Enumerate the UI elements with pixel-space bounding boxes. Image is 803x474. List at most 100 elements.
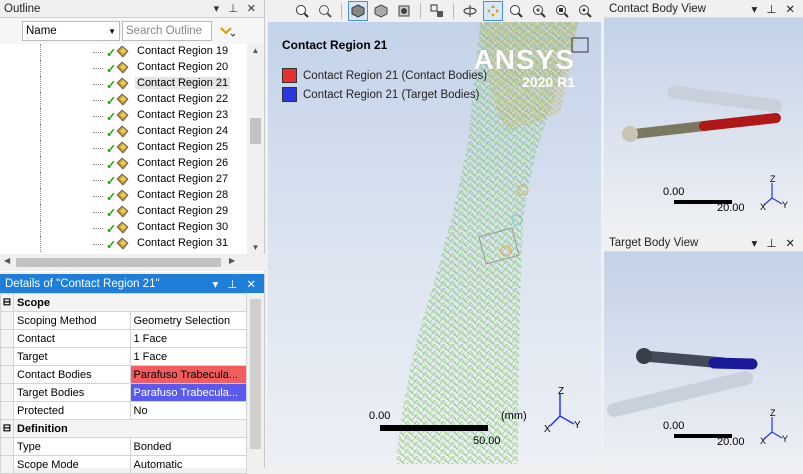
pin-icon[interactable]: ⊥: [766, 236, 776, 250]
tree-item[interactable]: ✓ Contact Region 20: [0, 60, 248, 76]
close-icon[interactable]: ✕: [785, 236, 795, 250]
tree-item[interactable]: ✓ Contact Region 27: [0, 172, 248, 188]
ansys-logo: ANSYS: [473, 44, 575, 75]
render-mode-icon[interactable]: [394, 1, 414, 21]
tree-item[interactable]: ✓ Contact Region 26: [0, 156, 248, 172]
shaded-view-icon[interactable]: [371, 1, 391, 21]
scale-unit-label: (mm): [501, 410, 527, 422]
group-header[interactable]: ⊟ Scope: [0, 293, 247, 312]
axis-x-label: X: [544, 424, 551, 434]
property-value[interactable]: Automatic: [129, 455, 247, 474]
check-icon: ✓: [106, 206, 117, 220]
target-body-view-panel: Target Body View ▾ ⊥ ✕ 0.00 20.00 Z Y X: [604, 234, 803, 468]
property-value[interactable]: No: [129, 401, 247, 420]
property-value[interactable]: Bonded: [129, 437, 247, 456]
scale-min-label: 0.00: [369, 410, 391, 422]
scroll-thumb[interactable]: [250, 118, 261, 144]
toolbar-separator: [341, 3, 342, 19]
tree-branch-line: [93, 244, 103, 245]
zoom-fit-icon[interactable]: [529, 1, 549, 21]
outline-vertical-scrollbar[interactable]: ▲ ▼: [247, 44, 264, 254]
axis-y-label: Y: [574, 420, 581, 431]
property-value[interactable]: 1 Face: [129, 347, 247, 366]
scroll-thumb-horizontal[interactable]: [16, 258, 221, 267]
details-grid: ⊟ Scope Scoping Method Geometry Selection Co…: [0, 293, 247, 474]
close-icon[interactable]: ✕: [246, 277, 256, 291]
legend-swatch: [282, 68, 297, 83]
tree-item[interactable]: ✓ Contact Region 22: [0, 92, 248, 108]
check-icon: ✓: [106, 62, 117, 76]
search-input[interactable]: Search Outline: [122, 21, 212, 41]
property-row[interactable]: Scoping Method Geometry Selection: [0, 311, 247, 330]
close-icon[interactable]: ✕: [247, 2, 256, 15]
group-header-label: Scope: [13, 293, 247, 312]
tree-guide-line: [40, 60, 41, 76]
property-row[interactable]: Scope Mode Automatic: [0, 455, 247, 474]
scroll-up-icon[interactable]: ▲: [247, 46, 264, 55]
tree-item[interactable]: ✓ Contact Region 28: [0, 188, 248, 204]
filter-select[interactable]: Name ▼: [22, 21, 120, 41]
tree-item[interactable]: ✓ Contact Region 24: [0, 124, 248, 140]
tree-item[interactable]: ✓ Contact Region 31: [0, 236, 248, 252]
property-row[interactable]: Contact 1 Face: [0, 329, 247, 348]
outline-horizontal-scrollbar[interactable]: ◀ ▶: [0, 254, 265, 271]
pin-icon[interactable]: ⊥: [227, 277, 237, 291]
axis-triad: Z Y X: [760, 174, 788, 210]
iso-view-icon[interactable]: [348, 1, 368, 21]
ansys-version: 2020 R1: [522, 74, 575, 90]
tree-guide-line: [40, 172, 41, 188]
close-icon[interactable]: ✕: [785, 2, 795, 16]
zoom-in-icon[interactable]: [292, 1, 312, 21]
pin-icon[interactable]: ⊥: [766, 2, 776, 16]
pin-icon[interactable]: ⊥: [228, 2, 238, 15]
tree-item[interactable]: ✓ Contact Region 29: [0, 204, 248, 220]
check-icon: ✓: [106, 94, 117, 108]
panel-menu-icon[interactable]: ▾: [752, 236, 758, 250]
zoom-box-icon[interactable]: [506, 1, 526, 21]
tree-item[interactable]: ✓ Contact Region 30: [0, 220, 248, 236]
magnifier-icon[interactable]: [575, 1, 595, 21]
axis-y-label: Y: [782, 200, 788, 210]
property-row[interactable]: Contact Bodies Parafuso Trabecula...: [0, 365, 247, 384]
tree-item[interactable]: ✓ Contact Region 21: [0, 76, 248, 92]
tree-item[interactable]: ✓ Contact Region 23: [0, 108, 248, 124]
zoom-out-icon[interactable]: [315, 1, 335, 21]
filter-options-icon[interactable]: [214, 21, 240, 41]
graphics-viewport[interactable]: Contact Region 21 Contact Region 21 (Con…: [268, 22, 601, 464]
check-icon: ✓: [106, 174, 117, 188]
property-value[interactable]: 1 Face: [129, 329, 247, 348]
select-mode-icon[interactable]: [427, 1, 447, 21]
tree-item[interactable]: ✓ Contact Region 25: [0, 140, 248, 156]
scroll-left-icon[interactable]: ◀: [4, 256, 10, 265]
contact-body-viewport[interactable]: 0.00 20.00 Z Y X: [604, 18, 803, 230]
tree-item[interactable]: ✓ Contact Region 19: [0, 44, 248, 60]
pan-icon[interactable]: [483, 1, 503, 21]
scale-min-label: 0.00: [663, 186, 685, 198]
tree-guide-line: [40, 76, 41, 92]
rotate-icon[interactable]: [460, 1, 480, 21]
legend-label: Contact Region 21 (Contact Bodies): [303, 69, 488, 82]
collapse-icon[interactable]: ⊟: [0, 419, 14, 438]
property-row[interactable]: Target Bodies Parafuso Trabecula...: [0, 383, 247, 402]
panel-menu-icon[interactable]: ▾: [752, 2, 758, 16]
panel-menu-icon[interactable]: ▾: [214, 2, 220, 15]
property-value[interactable]: Geometry Selection: [129, 311, 247, 330]
zoom-selection-icon[interactable]: [552, 1, 572, 21]
scroll-thumb[interactable]: [250, 299, 261, 449]
details-panel: Details of "Contact Region 21" ▾ ⊥ ✕ ⊟ Sc…: [0, 274, 265, 474]
contact-region-icon: [116, 45, 129, 58]
scroll-down-icon[interactable]: ▼: [247, 243, 264, 252]
target-body-viewport[interactable]: 0.00 20.00 Z Y X: [604, 252, 803, 468]
collapse-icon[interactable]: ⊟: [0, 293, 14, 312]
panel-menu-icon[interactable]: ▾: [213, 277, 219, 291]
group-header[interactable]: ⊟ Definition: [0, 419, 247, 438]
details-vertical-scrollbar[interactable]: [247, 293, 264, 468]
tree-branch-line: [93, 116, 103, 117]
property-row[interactable]: Protected No: [0, 401, 247, 420]
property-value[interactable]: Parafuso Trabecula...: [129, 383, 247, 402]
property-value[interactable]: Parafuso Trabecula...: [129, 365, 247, 384]
filter-select-value: Name: [26, 25, 57, 37]
property-row[interactable]: Target 1 Face: [0, 347, 247, 366]
scroll-right-icon[interactable]: ▶: [229, 256, 235, 265]
property-row[interactable]: Type Bonded: [0, 437, 247, 456]
